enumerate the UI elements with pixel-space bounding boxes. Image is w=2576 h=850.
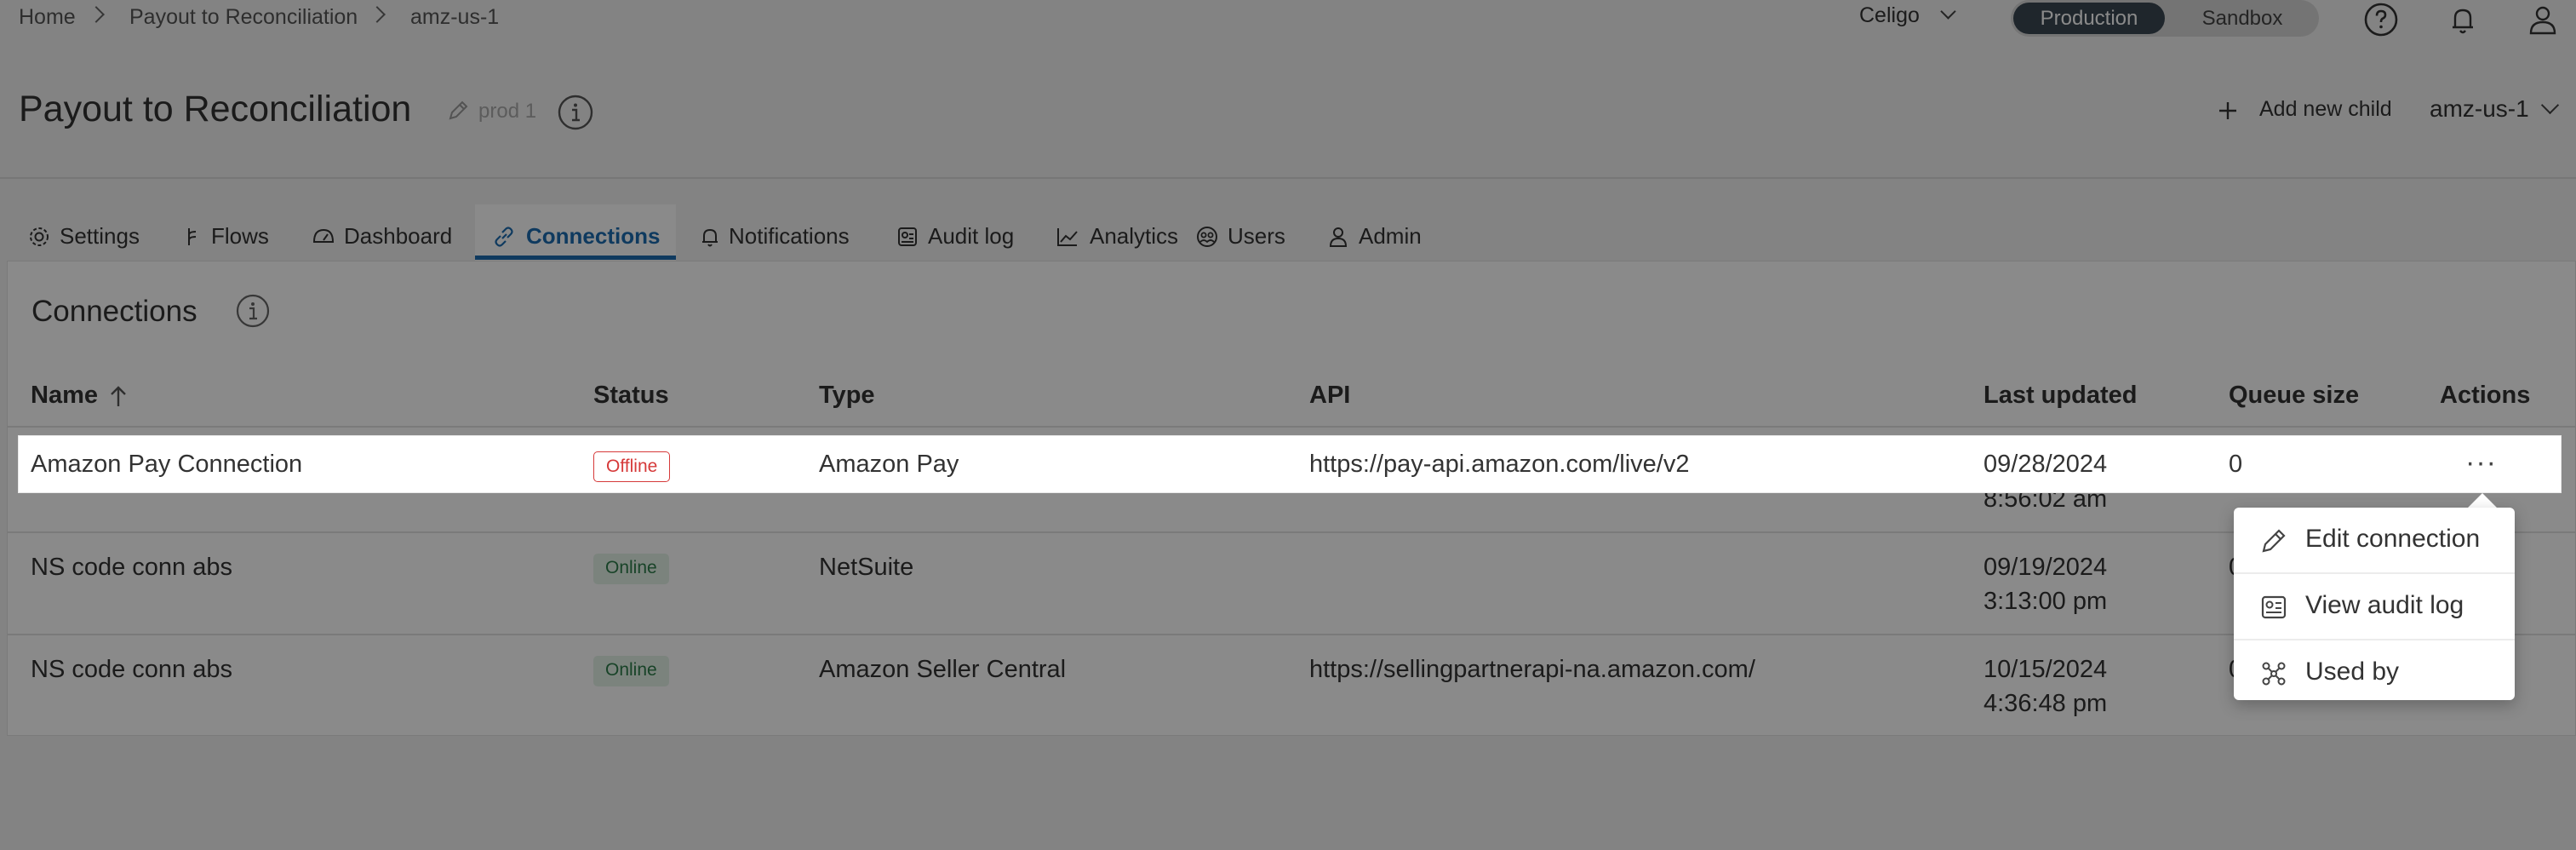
queue-size: 0 (2229, 451, 2243, 478)
connection-type: Amazon Pay (819, 451, 959, 478)
menu-item-used-by[interactable]: Used by (2234, 640, 2515, 705)
menu-item-label: Used by (2305, 658, 2400, 686)
menu-item-label: View audit log (2305, 591, 2464, 619)
actions-menu: Edit connection View audit log Used by (2234, 508, 2515, 700)
audit-log-icon (2261, 595, 2287, 619)
menu-item-view-audit-log[interactable]: View audit log (2234, 574, 2515, 639)
connection-api: https://pay-api.amazon.com/live/v2 (1309, 451, 1690, 478)
modal-backdrop[interactable] (0, 0, 2576, 850)
table-row-highlighted[interactable] (19, 436, 2561, 492)
app-page: Home Payout to Reconciliation amz-us-1 C… (0, 0, 2576, 850)
connection-name[interactable]: Amazon Pay Connection (31, 447, 302, 481)
menu-item-label: Edit connection (2305, 525, 2481, 553)
last-updated-date: 09/28/2024 (1984, 451, 2108, 478)
status-badge: Offline (593, 451, 671, 482)
more-actions-icon[interactable]: ··· (2465, 448, 2497, 477)
pencil-icon (2262, 529, 2286, 553)
used-by-icon (2262, 662, 2286, 686)
menu-item-edit-connection[interactable]: Edit connection (2234, 508, 2515, 572)
